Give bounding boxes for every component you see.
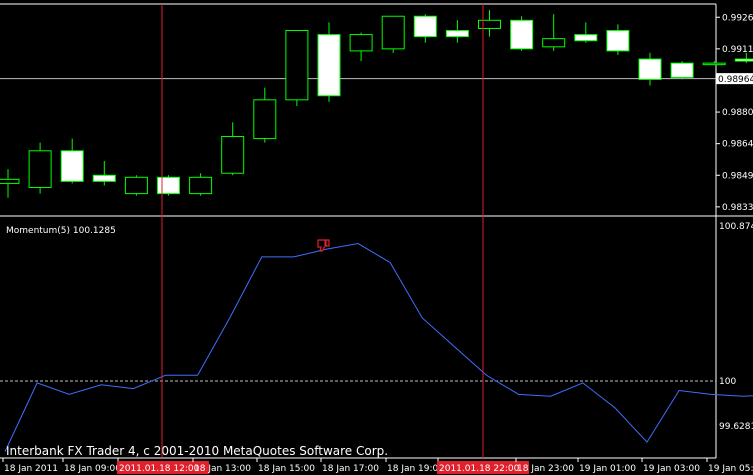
candle-body-bull [478,19,501,29]
indicator-tick-label: 99.6281 [719,422,753,432]
price-tick-label: 0.99265 [722,13,753,23]
candle-body-bear [734,58,753,62]
current-price-box: 0.98964 [716,73,753,85]
chart-terminal[interactable]: 0.99265 0.99110 0.98800 0.98645 0.98490 0.983… [0,0,753,475]
candle-body-bull [189,176,213,195]
candle-body-bull [124,176,148,195]
copyright-text: Interbank FX Trader 4, c 2001-2010 MetaQ… [6,444,388,458]
candle-body-bull [381,15,405,50]
candle-body-bear [317,34,341,97]
price-tick-label: 0.98490 [722,171,753,181]
time-tick-label: 18 Jan 23:00 [517,464,574,474]
candle-body-bear [92,174,116,182]
candle-body-bear [413,15,437,38]
candle-body-bear [510,19,534,50]
price-tick-label: 0.98645 [722,140,753,150]
time-tick-label: 18 Jan 09:00 [64,464,121,474]
time-tick-label: 19 Jan 05:00 [708,464,753,474]
crosshair-time-label: 2011.01.18 12:00 [119,464,200,474]
price-tick-label: 0.99110 [722,45,753,55]
current-price-label: 0.98964 [718,75,753,85]
candle [317,22,341,102]
time-tick-label: 18 Jan 15:00 [258,464,315,474]
indicator-label: Momentum(5) 100.1285 [6,226,116,236]
candle-body-bear [670,62,694,78]
candle-body-bull [221,136,245,174]
candle-body-bull [702,62,726,66]
candle [510,16,534,51]
candle-body-bull [349,34,373,52]
candle-body-bull [0,178,20,184]
time-tick-label: 18 Jan 2011 [4,464,58,474]
time-tick-label: 18 Jan 19:00 [387,464,444,474]
time-tick-label: 18 Jan 13:00 [194,464,251,474]
candle-body-bull [542,38,566,48]
candle-body-bear [606,30,630,52]
candle-body-bull [285,30,309,101]
price-tick-label: 0.98335 [722,203,753,213]
indicator-tick-label: 100 [719,377,736,387]
candle-body-bear [60,150,84,182]
candle [381,15,405,53]
time-tick-label: 18 Jan 17:00 [322,464,379,474]
candle-body-bear [445,30,469,38]
indicator-tick-label: 100.874 [719,222,753,232]
candle-body-bull [253,99,277,140]
candle [670,61,694,80]
price-tick-label: 0.98800 [722,108,753,118]
time-tick-label: 19 Jan 03:00 [643,464,700,474]
candle [157,175,180,196]
candle-body-bear [157,176,180,195]
crosshair-time-label: 2011.01.18 22:00 [439,464,520,474]
candle [124,175,148,196]
candle-body-bear [574,34,598,42]
candle [285,30,309,106]
candle-body-bear [638,58,662,80]
time-tick-label: 19 Jan 01:00 [579,464,636,474]
candle-body-bull [28,150,52,188]
